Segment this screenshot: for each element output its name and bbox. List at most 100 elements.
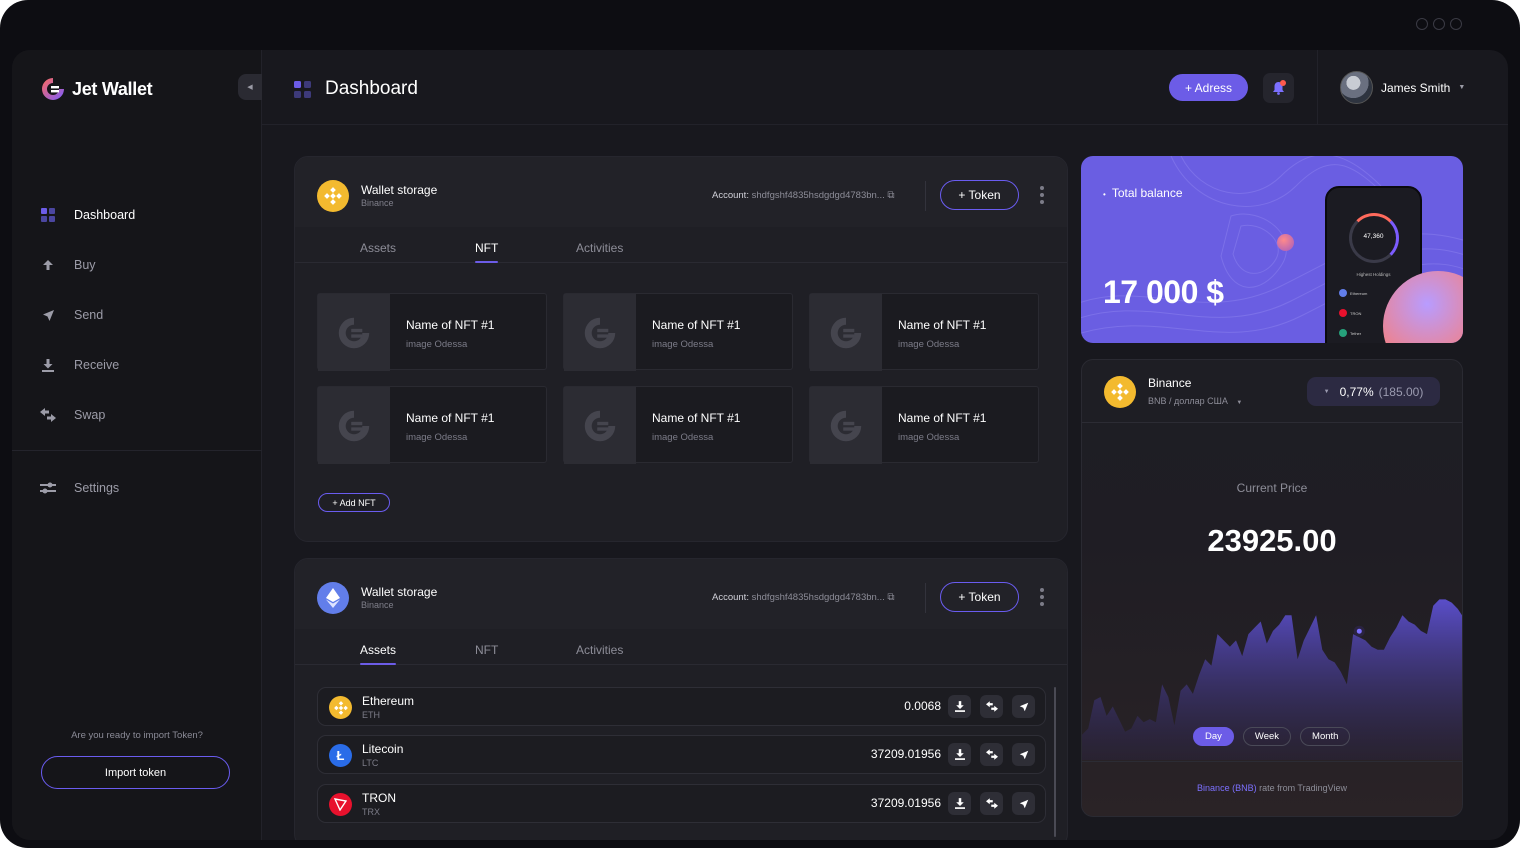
more-options-icon[interactable] — [1040, 186, 1044, 204]
sidebar-item-buy[interactable]: Buy — [12, 240, 262, 290]
sidebar-item-label: Buy — [74, 258, 96, 272]
sidebar-item-dashboard[interactable]: Dashboard — [12, 190, 262, 240]
price-change-badge: ▼ 0,77% (185.00) — [1307, 377, 1440, 406]
collapse-sidebar-button[interactable]: ◀ — [238, 74, 262, 100]
sidebar-divider — [12, 450, 262, 451]
chevron-down-icon: ▼ — [1323, 388, 1330, 395]
rate-source: Binance (BNB) rate from TradingView — [1082, 783, 1462, 793]
send-button[interactable] — [1012, 792, 1035, 815]
window-dot[interactable] — [1416, 18, 1428, 30]
dashboard-icon — [40, 207, 56, 223]
download-icon — [40, 357, 56, 373]
download-icon — [954, 798, 965, 809]
period-day-button[interactable]: Day — [1193, 727, 1234, 746]
more-options-icon[interactable] — [1040, 588, 1044, 606]
sidebar: Jet Wallet ◀ Dashboard Buy Send Receive … — [12, 50, 262, 840]
binance-coin-icon — [329, 696, 352, 719]
nft-item[interactable]: Name of NFT #1 image Odessa — [563, 293, 793, 371]
header-divider — [1317, 50, 1318, 125]
swap-icon — [40, 407, 56, 423]
add-token-button[interactable]: + Token — [940, 582, 1019, 612]
add-token-button[interactable]: + Token — [940, 180, 1019, 210]
nft-placeholder-icon — [584, 410, 616, 441]
user-menu[interactable]: James Smith ▼ — [1340, 71, 1465, 104]
nft-item[interactable]: Name of NFT #1 image Odessa — [317, 293, 547, 371]
sliders-icon — [40, 480, 56, 496]
swap-button[interactable] — [980, 792, 1003, 815]
wallet-card-assets: Wallet storage Binance Account: shdfgshf… — [294, 558, 1068, 840]
wallet-card-nft: Wallet storage Binance Account: shdfgshf… — [294, 156, 1068, 542]
copy-icon[interactable]: ⧉ — [887, 190, 894, 201]
phone-holding-item: TRON — [1339, 309, 1361, 317]
tab-nft[interactable]: NFT — [475, 643, 498, 657]
add-adress-button[interactable]: + Adress — [1169, 74, 1248, 101]
notifications-button[interactable] — [1263, 73, 1294, 103]
sidebar-settings: Settings — [12, 463, 262, 513]
asset-row[interactable]: Ethereum ETH 0.0068 — [317, 687, 1046, 726]
account-value: shdfgshf4835hsdgdgd4783bn... — [751, 190, 885, 201]
wallet-card-header: Wallet storage Binance Account: shdfgshf… — [295, 559, 1067, 629]
send-button[interactable] — [1012, 743, 1035, 766]
card-divider — [1082, 761, 1462, 762]
send-icon — [1019, 750, 1028, 759]
receive-button[interactable] — [948, 792, 971, 815]
sidebar-item-send[interactable]: Send — [12, 290, 262, 340]
price-marker[interactable] — [1353, 625, 1365, 637]
change-percent: 0,77% — [1339, 384, 1374, 399]
asset-symbol: LTC — [362, 758, 379, 768]
asset-list-scrollbar[interactable] — [1054, 687, 1056, 837]
copy-icon[interactable]: ⧉ — [887, 592, 894, 603]
currency-pair-select[interactable]: BNB / доллар США ▼ — [1148, 396, 1242, 406]
sidebar-item-receive[interactable]: Receive — [12, 340, 262, 390]
header-separator — [925, 583, 926, 613]
sidebar-item-label: Dashboard — [74, 208, 136, 222]
rate-source-text: rate from TradingView — [1256, 783, 1347, 793]
window-dot[interactable] — [1450, 18, 1462, 30]
nft-placeholder-icon — [830, 317, 862, 348]
asset-balance: 37209.01956 — [870, 747, 941, 761]
import-token-button[interactable]: Import token — [41, 756, 230, 789]
nft-item[interactable]: Name of NFT #1 image Odessa — [317, 386, 547, 464]
page-title: Dashboard — [325, 78, 418, 99]
sidebar-item-settings[interactable]: Settings — [12, 463, 262, 513]
window-dot[interactable] — [1433, 18, 1445, 30]
nft-subtitle: image Odessa — [652, 339, 714, 350]
logo[interactable]: Jet Wallet — [40, 76, 153, 102]
binance-coin-icon — [317, 180, 349, 212]
send-button[interactable] — [1012, 695, 1035, 718]
nft-thumbnail — [318, 294, 390, 371]
asset-balance: 37209.01956 — [870, 796, 941, 810]
chevron-down-icon: ▼ — [1458, 84, 1466, 91]
nft-item[interactable]: Name of NFT #1 image Odessa — [563, 386, 793, 464]
nft-name: Name of NFT #1 — [652, 411, 741, 425]
phone-caption: Highest Holdings — [1356, 272, 1391, 277]
receive-button[interactable] — [948, 743, 971, 766]
tab-activities[interactable]: Activities — [576, 241, 623, 255]
tab-assets[interactable]: Assets — [360, 643, 397, 665]
asset-row[interactable]: Ł Litecoin LTC 37209.01956 — [317, 735, 1046, 774]
tab-activities[interactable]: Activities — [576, 643, 623, 657]
wallet-subtitle: Binance — [361, 198, 394, 208]
rate-source-link[interactable]: Binance (BNB) — [1197, 783, 1257, 793]
swap-button[interactable] — [980, 695, 1003, 718]
nft-item[interactable]: Name of NFT #1 image Odessa — [809, 293, 1039, 371]
nft-subtitle: image Odessa — [406, 432, 468, 443]
ethereum-coin-icon — [317, 582, 349, 614]
tab-nft[interactable]: NFT — [475, 241, 499, 263]
notification-badge — [1280, 80, 1286, 86]
nft-name: Name of NFT #1 — [406, 318, 495, 332]
wallet-title: Wallet storage — [361, 585, 438, 599]
add-nft-button[interactable]: + Add NFT — [318, 493, 390, 512]
account-label: Account: — [712, 592, 749, 603]
asset-row[interactable]: TRON TRX 37209.01956 — [317, 784, 1046, 823]
tab-assets[interactable]: Assets — [360, 241, 396, 255]
period-month-button[interactable]: Month — [1300, 727, 1351, 746]
period-week-button[interactable]: Week — [1242, 727, 1292, 746]
coin-name: Binance — [1148, 376, 1192, 390]
arrow-up-icon — [40, 257, 56, 273]
account-address: Account: shdfgshf4835hsdgdgd4783bn... ⧉ — [712, 190, 895, 201]
swap-button[interactable] — [980, 743, 1003, 766]
nft-item[interactable]: Name of NFT #1 image Odessa — [809, 386, 1039, 464]
sidebar-item-swap[interactable]: Swap — [12, 390, 262, 440]
receive-button[interactable] — [948, 695, 971, 718]
